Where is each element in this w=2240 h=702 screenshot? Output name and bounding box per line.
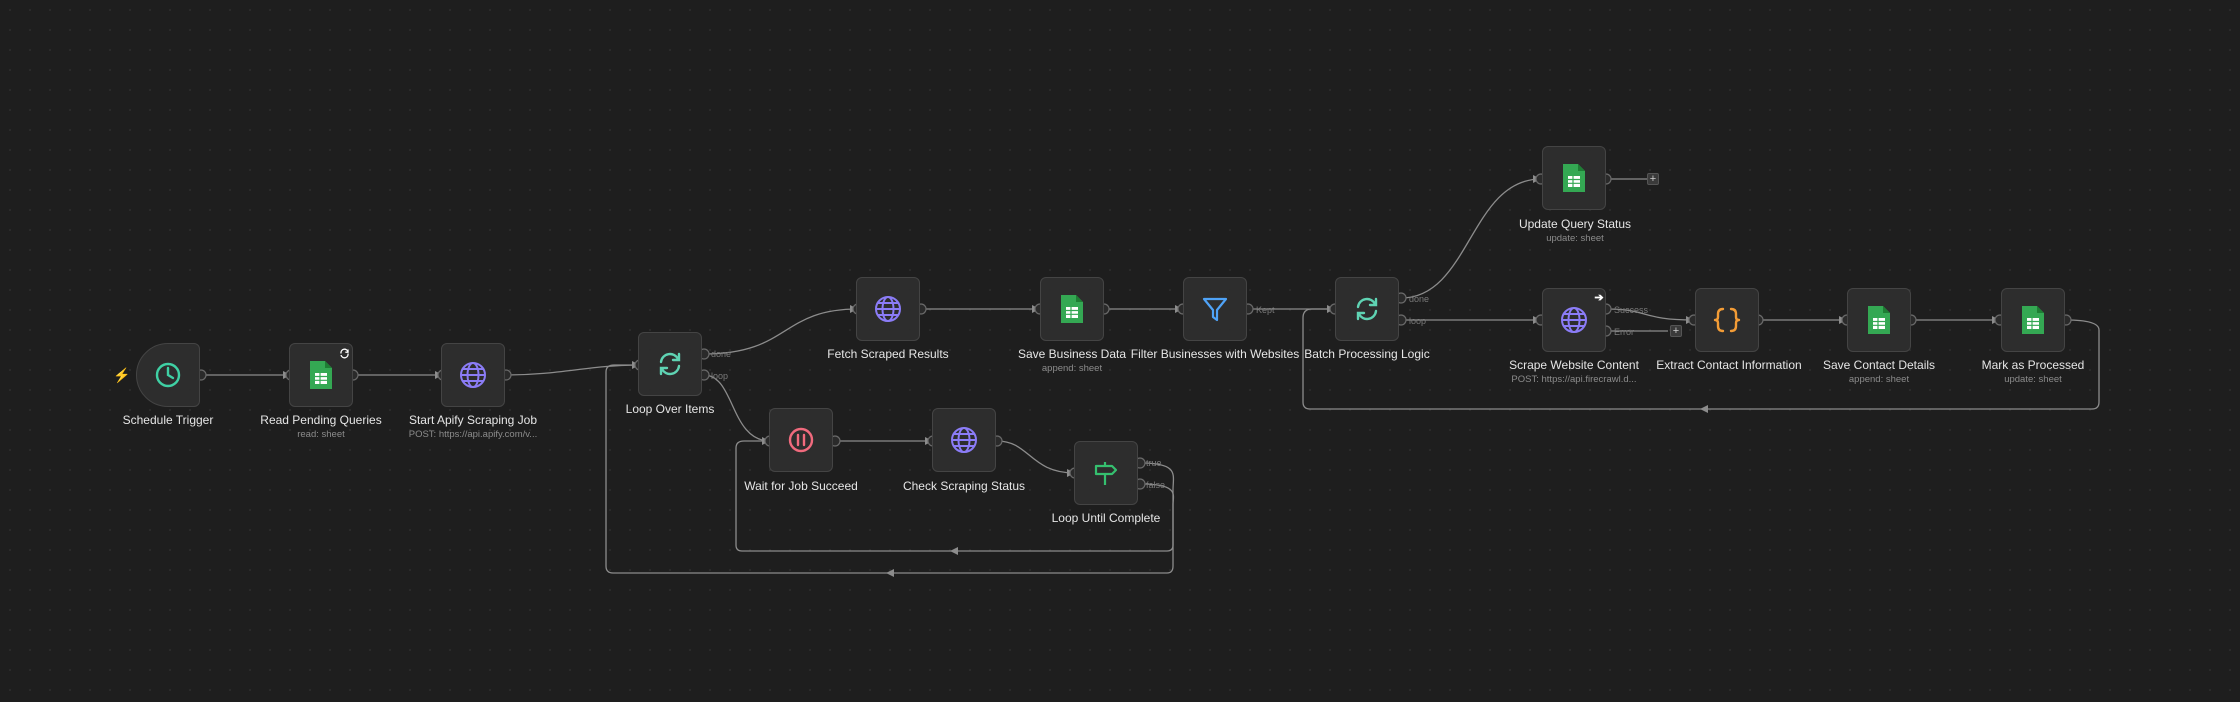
port-label-loop: loop [711,371,729,381]
signpost-icon [1094,462,1118,485]
port-label-false: false [1146,480,1166,490]
workflow-canvas[interactable]: ⚡ Schedule Trigger Read Pending Queries … [0,0,2240,702]
connection-check-until [996,440,1076,474]
google-sheets-icon [1061,295,1083,323]
refresh-icon[interactable] [338,347,350,359]
node-subtitle: POST: https://api.apify.com/v... [408,429,538,440]
node-start-apify-scraping-job[interactable] [441,343,505,407]
add-node-button[interactable]: + [1647,173,1659,185]
code-braces-icon [1713,307,1741,333]
node-fetch-scraped-results[interactable] [856,277,920,341]
port-label-done: done [711,349,732,359]
node-update-query-status[interactable] [1542,146,1606,210]
node-label: Fetch Scraped Results [827,347,949,361]
loop-icon [1356,297,1378,321]
node-save-contact-details[interactable] [1847,288,1911,352]
google-sheets-icon [1868,306,1890,334]
arrow-right-icon: ➔ [1594,292,1604,304]
port-label-error: Error [1614,327,1634,337]
node-subtitle: append: sheet [1041,363,1103,374]
loop-icon [659,352,681,376]
node-label: Mark as Processed [1981,358,2085,372]
node-label: Check Scraping Status [902,479,1026,493]
port-label-loop: loop [1409,316,1427,326]
globe-icon [951,427,977,453]
filter-icon [1202,297,1228,322]
google-sheets-icon [1563,164,1585,192]
node-filter-businesses-with-websites[interactable] [1183,277,1247,341]
node-loop-over-items[interactable] [638,332,702,396]
pause-icon [788,427,814,453]
node-label: Start Apify Scraping Job [408,413,538,427]
port-label-true: true [1146,458,1162,468]
port-label-kept: Kept [1256,305,1275,315]
node-subtitle: update: sheet [2004,374,2062,385]
node-wait-for-job-succeed[interactable] [769,408,833,472]
node-check-scraping-status[interactable] [932,408,996,472]
clock-icon [155,362,181,388]
node-label: Loop Over Items [625,402,715,416]
node-extract-contact-information[interactable] [1695,288,1759,352]
port-label-success: Success [1614,305,1649,315]
globe-icon [875,296,901,322]
google-sheets-icon [310,361,332,389]
node-label: Wait for Job Succeed [744,479,858,493]
add-node-button[interactable]: + [1670,325,1682,337]
connection-apify-loop [505,364,641,376]
globe-icon [1561,307,1587,333]
node-mark-as-processed[interactable] [2001,288,2065,352]
node-label: Loop Until Complete [1051,511,1161,525]
node-loop-until-complete[interactable] [1074,441,1138,505]
node-label: Batch Processing Logic [1304,347,1430,361]
port-label-done: done [1409,294,1430,304]
node-label: Update Query Status [1518,217,1632,231]
node-subtitle: POST: https://api.firecrawl.d... [1511,374,1637,385]
node-batch-processing-logic[interactable] [1335,277,1399,341]
node-subtitle: update: sheet [1546,233,1604,244]
trigger-bolt-icon: ⚡ [113,367,131,383]
globe-icon [460,362,486,388]
node-save-business-data[interactable] [1040,277,1104,341]
node-schedule-trigger[interactable] [136,343,200,407]
google-sheets-icon [2022,306,2044,334]
